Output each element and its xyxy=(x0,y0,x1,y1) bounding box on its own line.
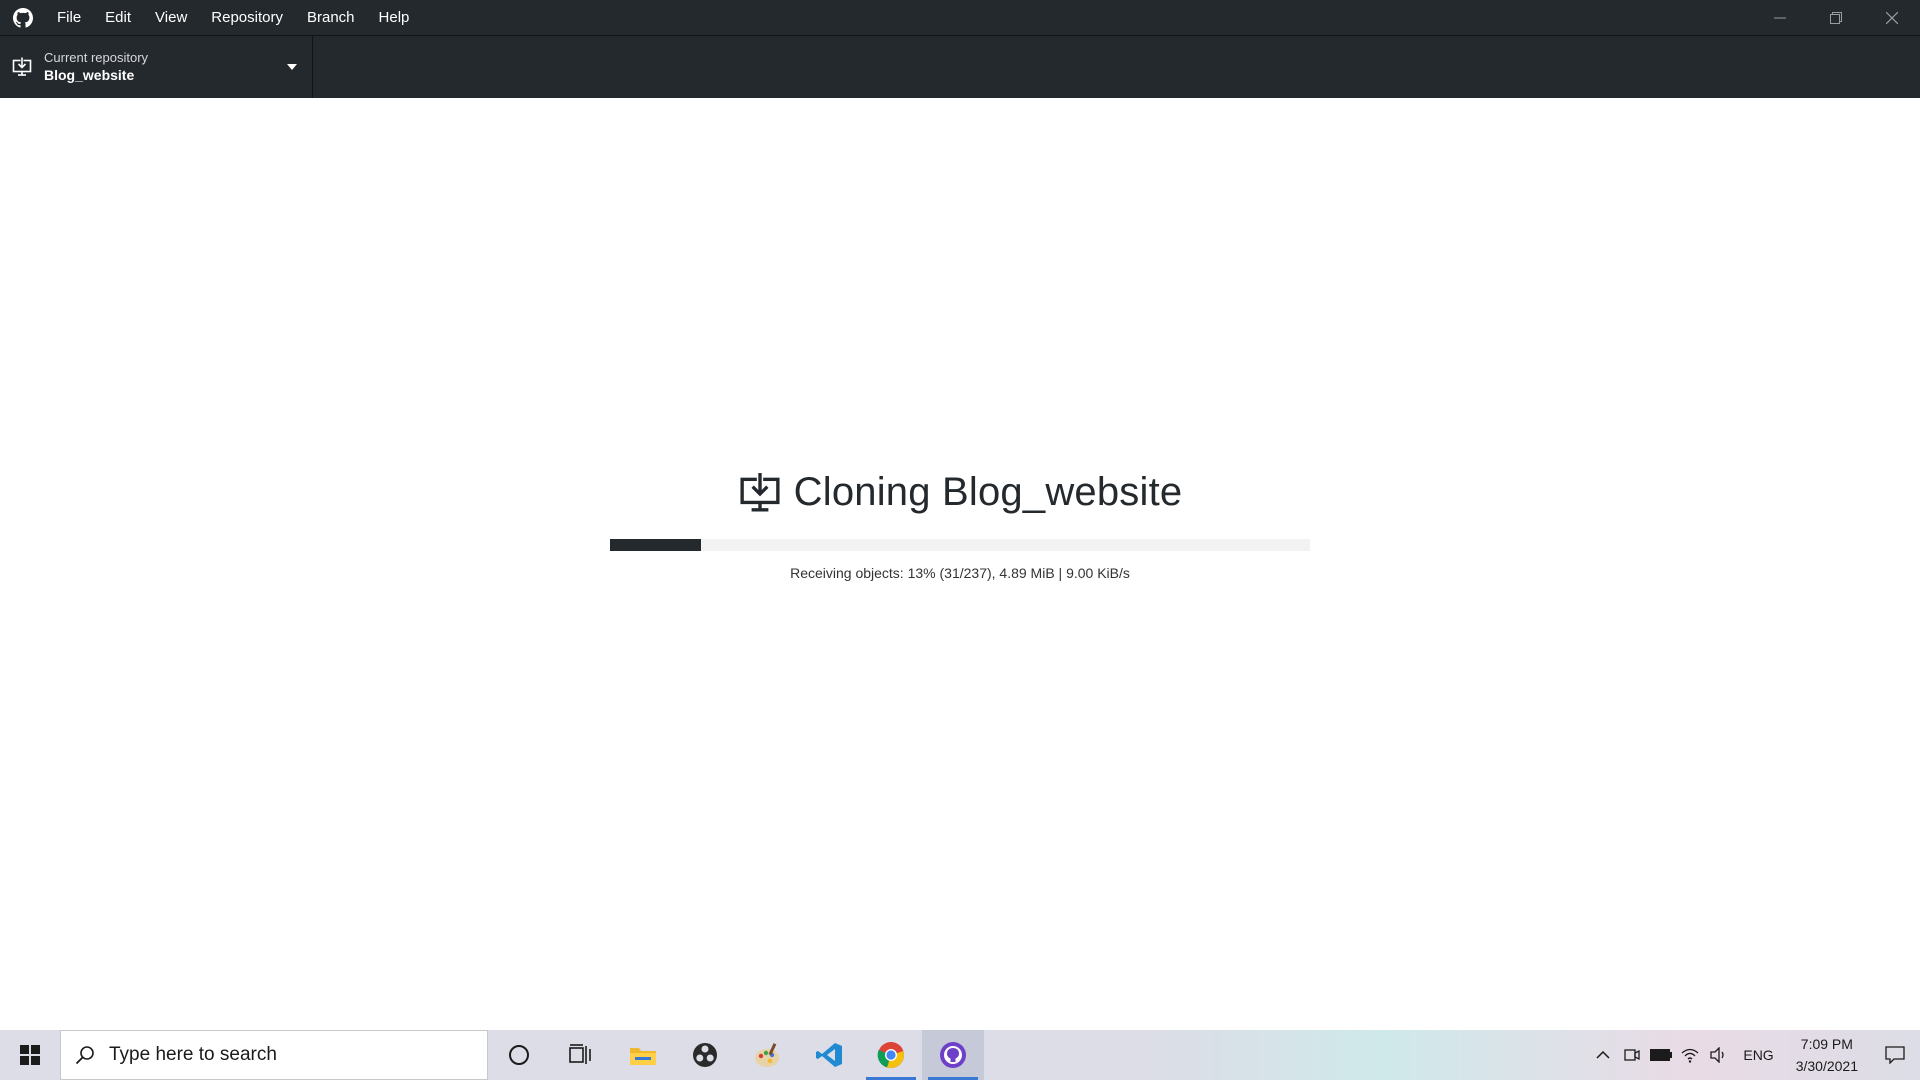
taskbar-search-box[interactable]: Type here to search xyxy=(60,1030,488,1080)
camera-icon xyxy=(1624,1049,1640,1061)
battery-button[interactable] xyxy=(1646,1030,1675,1080)
volume-button[interactable] xyxy=(1704,1030,1733,1080)
chevron-down-icon xyxy=(272,36,312,98)
meet-now-button[interactable] xyxy=(1617,1030,1646,1080)
vscode-icon xyxy=(816,1043,842,1067)
cortana-button[interactable] xyxy=(488,1030,550,1080)
wifi-icon xyxy=(1681,1048,1699,1063)
paint-app-button[interactable] xyxy=(736,1030,798,1080)
file-explorer-icon xyxy=(630,1048,656,1065)
clone-status-text: Receiving objects: 13% (31/237), 4.89 Mi… xyxy=(790,565,1130,581)
vscode-button[interactable] xyxy=(798,1030,860,1080)
close-icon xyxy=(1886,11,1898,24)
search-icon xyxy=(75,1046,94,1065)
obs-studio-button[interactable] xyxy=(674,1030,736,1080)
cortana-icon xyxy=(509,1045,529,1065)
repository-caption: Current repository xyxy=(44,50,149,65)
repository-name: Blog_website xyxy=(44,67,135,83)
window-controls xyxy=(1752,0,1920,35)
menu-edit[interactable]: Edit xyxy=(93,0,143,35)
paint-icon xyxy=(755,1043,779,1067)
menu-branch[interactable]: Branch xyxy=(295,0,367,35)
menu-view[interactable]: View xyxy=(143,0,199,35)
current-repository-dropdown[interactable]: Current repository Blog_website xyxy=(0,36,313,98)
menu-help[interactable]: Help xyxy=(367,0,422,35)
system-tray: ENG 7:09 PM 3/30/2021 xyxy=(1588,1030,1920,1080)
github-desktop-icon xyxy=(940,1042,966,1068)
chrome-icon xyxy=(877,1042,904,1069)
restore-icon xyxy=(1830,11,1842,24)
task-view-button[interactable] xyxy=(550,1030,612,1080)
clone-desktop-icon xyxy=(0,36,44,98)
repository-label-group: Current repository Blog_website xyxy=(44,50,272,84)
show-hidden-icons-button[interactable] xyxy=(1588,1030,1617,1080)
title-bar: File Edit View Repository Branch Help xyxy=(0,0,1920,35)
github-octocat-icon[interactable] xyxy=(0,0,45,35)
clone-progress-fill xyxy=(610,539,701,551)
minimize-icon xyxy=(1774,17,1786,18)
chrome-button[interactable] xyxy=(860,1030,922,1080)
restore-button[interactable] xyxy=(1808,0,1864,35)
toolbar: Current repository Blog_website xyxy=(0,35,1920,98)
clone-desktop-icon xyxy=(738,471,782,515)
taskbar-clock[interactable]: 7:09 PM 3/30/2021 xyxy=(1784,1033,1870,1077)
start-button[interactable] xyxy=(0,1030,60,1080)
obs-studio-icon xyxy=(693,1043,717,1067)
task-view-icon xyxy=(569,1044,591,1064)
github-desktop-button[interactable] xyxy=(922,1030,984,1080)
input-language-indicator[interactable]: ENG xyxy=(1733,1047,1783,1063)
windows-icon xyxy=(20,1045,40,1065)
close-button[interactable] xyxy=(1864,0,1920,35)
volume-icon xyxy=(1710,1047,1724,1063)
chevron-up-icon xyxy=(1596,1051,1610,1059)
clock-time: 7:09 PM xyxy=(1800,1036,1853,1052)
menu-repository[interactable]: Repository xyxy=(199,0,295,35)
notification-icon xyxy=(1885,1046,1905,1064)
clone-title: Cloning Blog_website xyxy=(793,470,1183,514)
clone-header: Cloning Blog_website xyxy=(0,470,1920,515)
action-center-button[interactable] xyxy=(1870,1030,1920,1080)
search-placeholder: Type here to search xyxy=(109,1044,277,1065)
network-button[interactable] xyxy=(1675,1030,1704,1080)
menu-file[interactable]: File xyxy=(45,0,93,35)
windows-taskbar: Type here to search ENG 7:09 PM 3/30/202… xyxy=(0,1030,1920,1080)
file-explorer-button[interactable] xyxy=(612,1030,674,1080)
clone-progress-bar xyxy=(610,539,1310,551)
clone-progress-view: Cloning Blog_website Receiving objects: … xyxy=(0,98,1920,1030)
battery-icon xyxy=(1649,1049,1672,1061)
minimize-button[interactable] xyxy=(1752,0,1808,35)
clock-date: 3/30/2021 xyxy=(1795,1058,1858,1074)
menu-bar: File Edit View Repository Branch Help xyxy=(45,0,421,35)
